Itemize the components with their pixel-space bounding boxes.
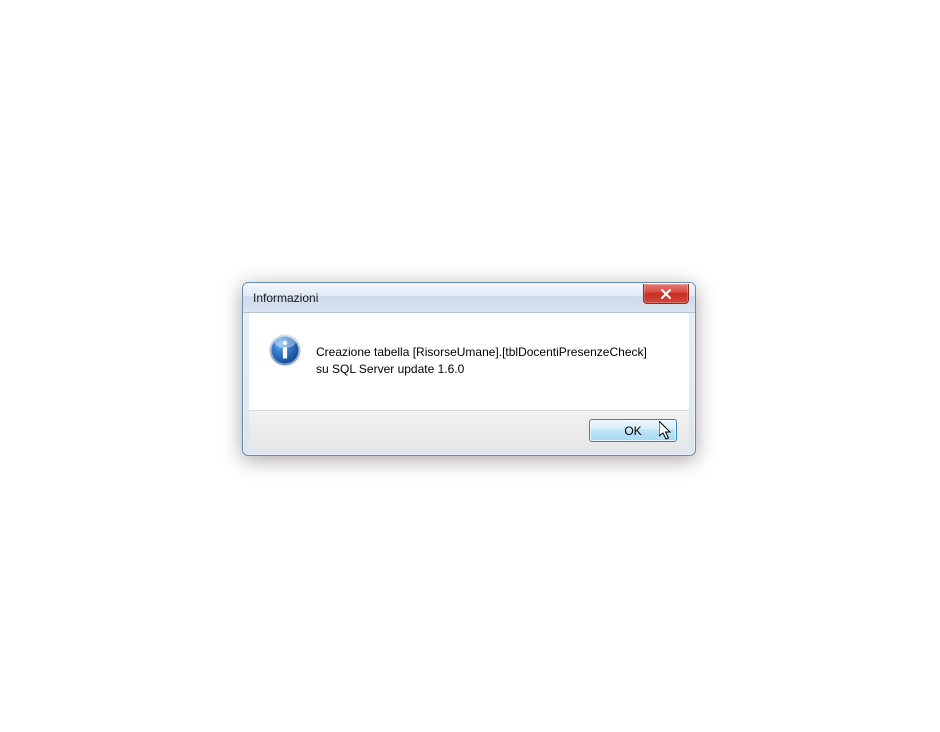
info-dialog: Informazioni — [242, 282, 696, 456]
titlebar[interactable]: Informazioni — [243, 283, 695, 313]
close-button[interactable] — [643, 284, 689, 304]
close-icon — [660, 288, 672, 300]
dialog-title: Informazioni — [253, 291, 318, 305]
dialog-body: Creazione tabella [RisorseUmane].[tblDoc… — [249, 313, 689, 410]
ok-button[interactable]: OK — [589, 419, 677, 442]
dialog-footer: OK — [249, 410, 689, 450]
dialog-message: Creazione tabella [RisorseUmane].[tblDoc… — [316, 344, 647, 376]
info-icon — [268, 333, 302, 367]
